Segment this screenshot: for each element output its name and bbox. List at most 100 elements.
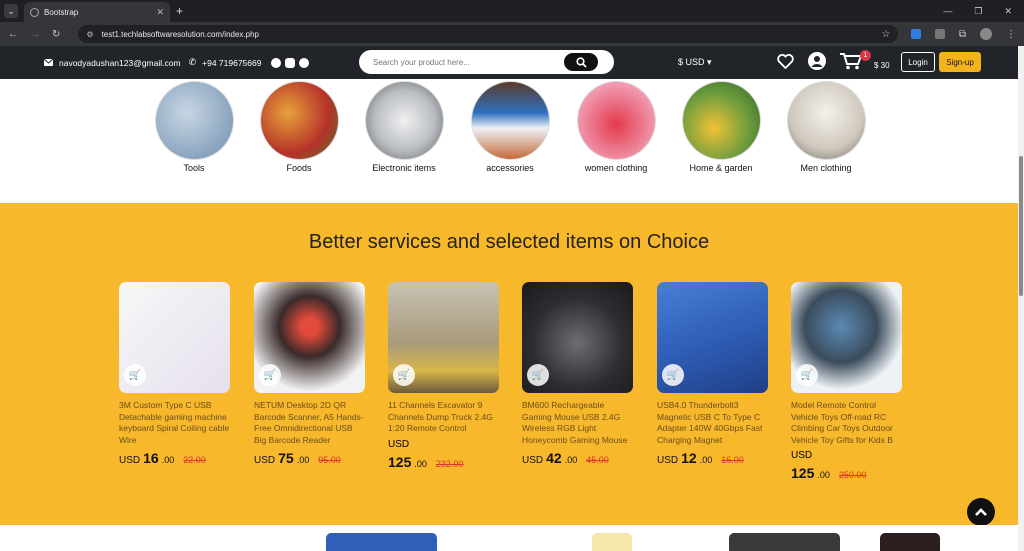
next-section-preview	[0, 525, 1018, 551]
add-to-cart-button[interactable]: 🛒	[662, 364, 684, 386]
product-image[interactable]: 🛒	[522, 282, 633, 393]
old-price: 95.00	[318, 455, 341, 465]
cart-total: $ 30	[874, 60, 890, 70]
browser-tab[interactable]: Bootstrap ✕	[24, 2, 170, 22]
price-value: 42	[546, 450, 562, 466]
product-price: USD 12.00 16.00	[657, 450, 768, 466]
category-label: Men clothing	[800, 163, 852, 173]
category-tools[interactable]: Tools	[144, 81, 244, 173]
close-window-icon[interactable]: ✕	[1004, 6, 1012, 17]
login-button[interactable]: Login	[901, 52, 935, 72]
product-card[interactable]: 🛒 11 Channels Excavator 9 Channels Dump …	[388, 282, 499, 470]
add-to-cart-button[interactable]: 🛒	[796, 364, 818, 386]
product-name[interactable]: BM600 Rechargeable Gaming Mouse USB 2.4G…	[522, 400, 633, 446]
page-scrollbar[interactable]	[1018, 46, 1024, 551]
product-name[interactable]: USB4.0 Thunderbolt3 Magnetic USB C To Ty…	[657, 400, 768, 446]
tab-close-icon[interactable]: ✕	[156, 7, 164, 18]
extension-icon[interactable]	[910, 29, 921, 39]
category-home-garden[interactable]: Home & garden	[671, 81, 771, 173]
search-icon	[575, 56, 587, 68]
category-electronic-items[interactable]: Electronic items	[354, 81, 454, 173]
price-currency: USD	[388, 438, 410, 450]
browser-tab-bar: ⌄ Bootstrap ✕ + — ❐ ✕	[0, 0, 1024, 22]
bookmark-star-icon[interactable]: ☆	[881, 29, 890, 40]
product-card[interactable]: 🛒 3M Custom Type C USB Detachable gaming…	[119, 282, 230, 466]
new-tab-icon[interactable]: +	[176, 4, 183, 18]
avatar[interactable]	[980, 28, 992, 40]
cart[interactable]: 1 $ 30	[840, 50, 890, 70]
product-image[interactable]: 🛒	[657, 282, 768, 393]
product-card[interactable]: 🛒 USB4.0 Thunderbolt3 Magnetic USB C To …	[657, 282, 768, 466]
add-to-cart-button[interactable]: 🛒	[393, 364, 415, 386]
price-currency: USD	[254, 455, 276, 466]
add-to-cart-button[interactable]: 🛒	[259, 364, 281, 386]
old-price: 232.00	[435, 458, 464, 469]
category-foods[interactable]: Foods	[249, 81, 349, 173]
cart-icon: 🛒	[263, 369, 277, 381]
url-field[interactable]: ⚙ test1.techlabsoftwaresolution.com/inde…	[78, 25, 899, 43]
search-button[interactable]	[564, 53, 598, 71]
price-value: 125	[388, 453, 412, 470]
old-price: 45.00	[586, 455, 609, 465]
category-image	[259, 81, 339, 160]
product-price: USD 42.00 45.00	[522, 450, 633, 466]
browser-address-bar: ← → ↻ ⚙ test1.techlabsoftwaresolution.co…	[0, 22, 1024, 46]
product-image[interactable]	[592, 533, 632, 551]
nav-icons: 1 $ 30	[777, 50, 890, 70]
cart-icon: 🛒	[397, 369, 411, 381]
cart-icon: 🛒	[800, 369, 814, 381]
minimize-icon[interactable]: —	[943, 6, 952, 17]
category-row: Tools Foods Electronic items accessories…	[0, 79, 1018, 203]
puzzle-icon[interactable]: ⧉	[959, 29, 966, 40]
signup-button[interactable]: Sign-up	[939, 52, 981, 72]
forward-icon[interactable]: →	[30, 29, 40, 40]
category-label: Home & garden	[689, 163, 753, 173]
site-info-icon[interactable]: ⚙	[86, 30, 93, 39]
scrollbar-thumb[interactable]	[1019, 156, 1023, 296]
category-women-clothing[interactable]: women clothing	[566, 81, 666, 173]
product-image[interactable]: 🛒	[119, 282, 230, 393]
extension-icons: ⧉ ⋮	[910, 28, 1016, 40]
facebook-icon[interactable]	[271, 57, 282, 68]
back-to-top-button[interactable]	[967, 498, 995, 526]
product-card[interactable]: 🛒 Model Remote Control Vehicle Toys Off-…	[791, 282, 902, 481]
product-image[interactable]	[880, 533, 940, 551]
tab-search-icon[interactable]: ⌄	[4, 4, 18, 18]
currency-dropdown[interactable]: $ USD ▾	[678, 57, 712, 68]
product-price: 125.00 232.00	[388, 454, 499, 470]
extension-icon[interactable]	[934, 29, 945, 39]
reload-icon[interactable]: ↻	[52, 29, 60, 40]
product-card[interactable]: 🛒 BM600 Rechargeable Gaming Mouse USB 2.…	[522, 282, 633, 466]
product-image[interactable]	[729, 533, 840, 551]
price-currency: USD	[791, 450, 813, 461]
product-name[interactable]: 11 Channels Excavator 9 Channels Dump Tr…	[388, 400, 499, 435]
add-to-cart-button[interactable]: 🛒	[527, 364, 549, 386]
product-card[interactable]: 🛒 NETUM Desktop 2D QR Barcode Scanner, A…	[254, 282, 365, 466]
product-image[interactable]: 🛒	[254, 282, 365, 393]
instagram-icon[interactable]	[285, 57, 296, 68]
product-image[interactable]	[326, 533, 437, 551]
user-icon[interactable]	[808, 52, 826, 70]
product-image[interactable]: 🛒	[791, 282, 902, 393]
whatsapp-icon[interactable]	[299, 57, 310, 68]
price-cents: .00	[564, 455, 578, 465]
search-input[interactable]	[373, 57, 563, 67]
add-to-cart-button[interactable]: 🛒	[124, 364, 146, 386]
restore-icon[interactable]: ❐	[974, 6, 982, 17]
site-navbar: navodyadushan123@gmail.com ✆ +94 7196756…	[0, 46, 1018, 79]
category-men-clothing[interactable]: Men clothing	[776, 81, 876, 173]
category-image	[154, 81, 234, 160]
price-cents: .00	[699, 455, 713, 465]
old-price: 250.00	[838, 470, 867, 480]
product-image[interactable]: 🛒	[388, 282, 499, 393]
category-accessories[interactable]: accessories	[460, 81, 560, 173]
email-contact: navodyadushan123@gmail.com	[44, 58, 181, 68]
heart-icon[interactable]	[777, 53, 794, 69]
more-menu-icon[interactable]: ⋮	[1006, 29, 1016, 40]
product-name[interactable]: NETUM Desktop 2D QR Barcode Scanner, A5 …	[254, 400, 365, 446]
category-image	[576, 81, 656, 160]
product-name[interactable]: Model Remote Control Vehicle Toys Off-ro…	[791, 400, 902, 446]
product-name[interactable]: 3M Custom Type C USB Detachable gaming m…	[119, 400, 230, 446]
social-links	[271, 57, 310, 68]
back-icon[interactable]: ←	[8, 29, 18, 40]
